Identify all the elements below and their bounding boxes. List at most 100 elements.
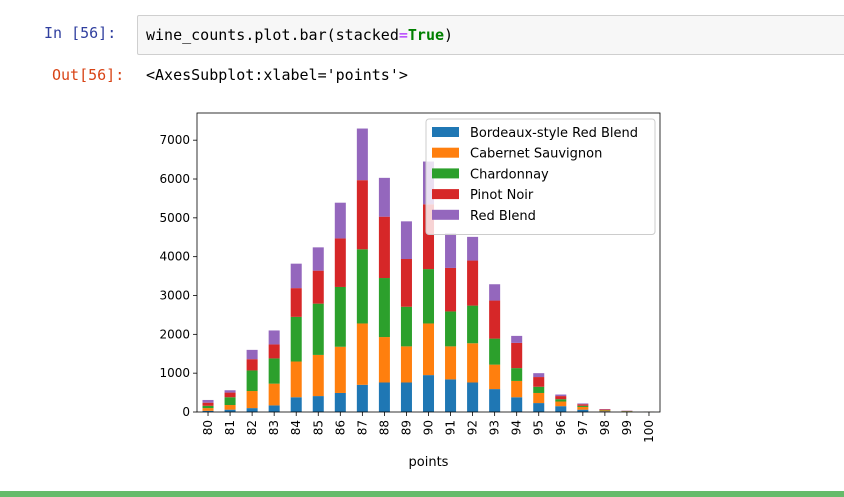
bar-segment-81-series-3 [224, 392, 236, 398]
bar-segment-82-series-4 [246, 349, 258, 360]
bar-segment-83-series-1 [268, 383, 280, 406]
bar-segment-96-series-4 [555, 394, 567, 397]
bar-segment-85-series-2 [312, 303, 324, 355]
bar-segment-91-series-2 [445, 311, 457, 347]
bar-segment-80-series-1 [202, 408, 214, 411]
legend-swatch-2 [432, 168, 459, 179]
x-tick-label-81: 81 [223, 420, 237, 435]
bar-segment-82-series-2 [246, 370, 258, 392]
bar-segment-90-series-2 [422, 269, 435, 324]
bar-segment-95-series-2 [533, 386, 545, 393]
x-tick-label-92: 92 [466, 420, 480, 435]
bar-segment-92-series-0 [467, 382, 479, 412]
y-tick-label-4000: 4000 [159, 250, 190, 264]
bar-segment-84-series-0 [290, 397, 302, 412]
bar-segment-95-series-4 [533, 373, 545, 378]
y-tick-label-6000: 6000 [159, 172, 190, 186]
bar-segment-85-series-4 [312, 247, 324, 271]
bar-segment-95-series-3 [533, 377, 545, 387]
bar-segment-97-series-3 [577, 404, 589, 406]
bar-segment-97-series-4 [577, 403, 589, 405]
x-tick-label-90: 90 [422, 420, 436, 435]
x-tick-label-94: 94 [510, 420, 524, 435]
legend-label-3: Pinot Noir [470, 188, 534, 203]
x-tick-label-91: 91 [444, 420, 458, 435]
x-tick-label-97: 97 [576, 420, 590, 435]
bar-segment-85-series-0 [312, 396, 324, 412]
bar-segment-82-series-0 [246, 408, 258, 412]
bar-segment-88-series-1 [378, 337, 390, 383]
bar-segment-89-series-0 [400, 382, 412, 412]
legend-label-1: Cabernet Sauvignon [470, 147, 602, 162]
bar-segment-90-series-1 [422, 323, 435, 376]
bar-segment-83-series-4 [268, 330, 280, 345]
bar-segment-96-series-3 [555, 396, 567, 400]
bar-segment-84-series-3 [290, 288, 302, 317]
x-tick-label-84: 84 [289, 420, 303, 435]
x-tick-label-87: 87 [355, 420, 369, 435]
bar-segment-98-series-3 [599, 409, 611, 411]
x-tick-label-82: 82 [245, 420, 259, 435]
bar-segment-86-series-1 [334, 346, 346, 393]
bar-segment-81-series-2 [224, 397, 236, 406]
bar-segment-92-series-1 [467, 343, 479, 383]
bar-segment-93-series-0 [489, 389, 501, 412]
bar-segment-94-series-1 [511, 380, 523, 398]
bar-segment-95-series-0 [533, 403, 545, 412]
legend-swatch-4 [432, 209, 459, 220]
x-tick-label-89: 89 [399, 420, 413, 435]
bar-segment-94-series-2 [511, 368, 523, 381]
x-tick-label-99: 99 [620, 420, 634, 435]
bar-segment-93-series-3 [489, 300, 501, 339]
bar-segment-86-series-4 [334, 202, 346, 239]
bar-segment-96-series-0 [555, 406, 567, 412]
bar-segment-89-series-1 [400, 346, 412, 383]
bar-segment-93-series-2 [489, 338, 501, 365]
legend-label-0: Bordeaux-style Red Blend [470, 126, 638, 141]
bar-segment-94-series-4 [511, 335, 523, 343]
legend-swatch-3 [432, 189, 459, 200]
legend-group: Bordeaux-style Red Blend Cabernet Sauvign… [425, 118, 656, 235]
bar-segment-83-series-2 [268, 358, 280, 384]
bar-segment-84-series-1 [290, 361, 302, 398]
y-tick-label-1000: 1000 [159, 366, 190, 380]
bar-segment-87-series-3 [356, 180, 368, 250]
cell-focus-bar [0, 491, 844, 497]
legend-swatch-0 [432, 127, 459, 137]
bar-segment-88-series-0 [378, 382, 390, 412]
bar-segment-81-series-4 [224, 390, 236, 393]
x-tick-label-98: 98 [598, 420, 612, 435]
bar-segment-90-series-0 [422, 375, 435, 412]
bar-segment-88-series-2 [378, 278, 390, 338]
bar-segment-87-series-1 [356, 323, 368, 385]
bar-segment-83-series-0 [268, 405, 280, 412]
bar-segment-86-series-3 [334, 238, 346, 287]
bar-segment-97-series-1 [577, 406, 589, 410]
bar-segment-80-series-2 [202, 405, 214, 409]
bar-segment-85-series-1 [312, 354, 324, 397]
bar-segment-94-series-3 [511, 342, 523, 369]
x-axis-label: points [409, 455, 449, 470]
stacked-bar-chart: 0 1000 2000 3000 4000 5000 6000 7000 80 81 82 83 84 8… [159, 112, 661, 470]
bar-segment-86-series-2 [334, 286, 346, 347]
bar-segment-94-series-0 [511, 397, 523, 412]
bar-segment-87-series-0 [356, 384, 368, 412]
bar-segment-89-series-2 [400, 306, 412, 347]
bar-segment-89-series-3 [400, 259, 412, 307]
x-tick-label-85: 85 [311, 420, 325, 435]
legend-label-2: Chardonnay [470, 167, 549, 182]
legend-label-4: Red Blend [470, 209, 536, 224]
bar-segment-91-series-4 [445, 233, 457, 268]
bar-segment-88-series-4 [378, 177, 390, 217]
bar-segment-89-series-4 [400, 221, 412, 260]
y-tick-label-5000: 5000 [159, 211, 190, 225]
bar-segment-84-series-2 [290, 316, 302, 362]
bar-segment-80-series-4 [202, 399, 214, 403]
bar-segment-82-series-3 [246, 359, 258, 371]
x-tick-label-83: 83 [267, 420, 281, 435]
bar-segment-98-series-1 [599, 410, 611, 412]
bar-segment-92-series-3 [467, 260, 479, 306]
y-tick-label-2000: 2000 [159, 327, 190, 341]
bar-segment-91-series-3 [445, 267, 457, 312]
bar-segment-91-series-1 [445, 346, 457, 380]
